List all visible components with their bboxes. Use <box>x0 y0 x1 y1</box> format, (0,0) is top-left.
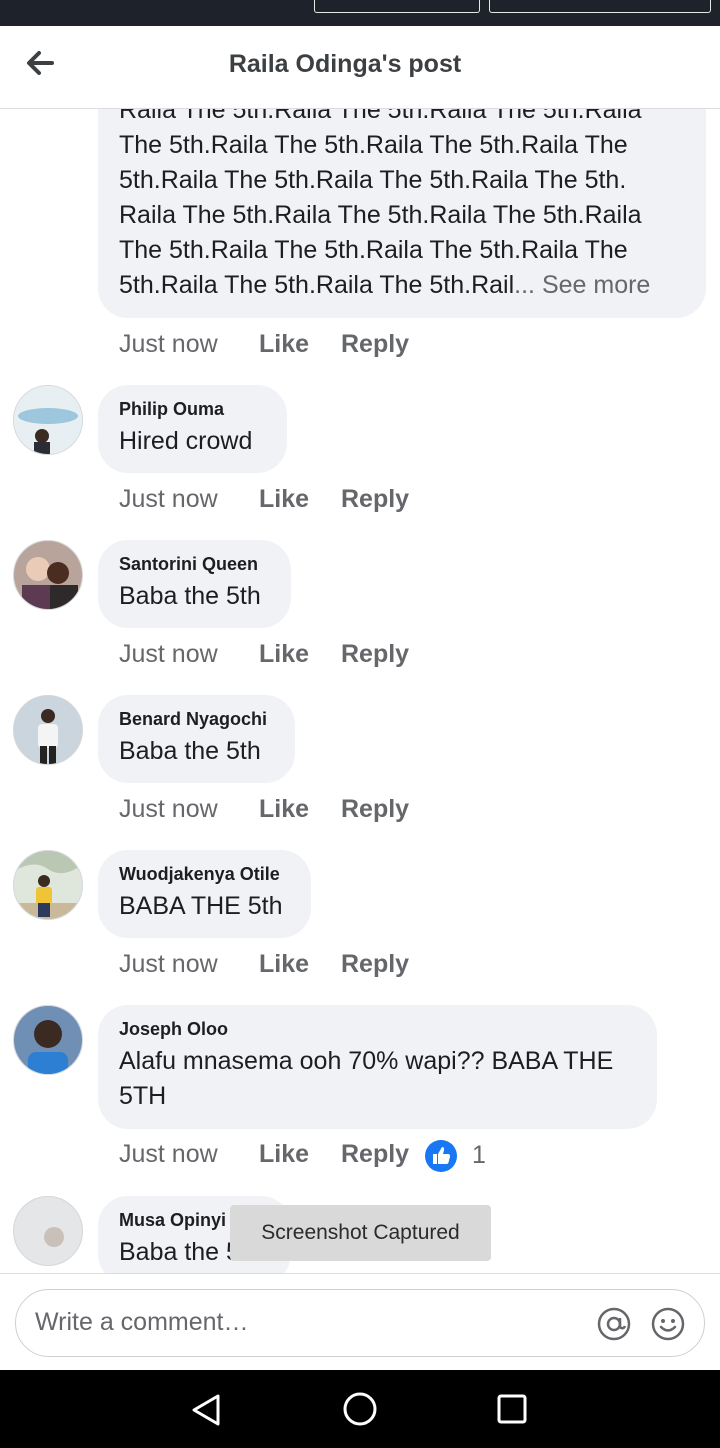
avatar[interactable] <box>13 695 83 765</box>
nav-back-button[interactable] <box>188 1392 224 1433</box>
reply-button[interactable]: Reply <box>341 795 409 824</box>
comment-text-line: The 5th.Raila The 5th.Raila The 5th.Rail… <box>119 236 628 264</box>
page-title: Raila Odinga's post <box>228 50 462 78</box>
comment-text-line: Raila The 5th.Raila The 5th.Raila The 5t… <box>119 109 642 124</box>
comment-text: Baba the 5th <box>119 737 261 765</box>
comment-time: Just now <box>119 795 218 823</box>
thumbs-up-icon <box>425 1140 457 1172</box>
square-recents-icon <box>497 1394 527 1424</box>
comment-input[interactable]: Write a comment… <box>15 1289 705 1357</box>
comment-text: BABA THE 5th <box>119 892 283 920</box>
comment-time: Just now <box>119 1140 218 1168</box>
reply-button[interactable]: Reply <box>341 485 409 514</box>
android-nav-bar <box>0 1370 720 1448</box>
comment-bubble: Wuodjakenya Otile BABA THE 5th <box>98 850 311 938</box>
comment-author[interactable]: Philip Ouma <box>119 399 224 420</box>
top-tab-left[interactable] <box>314 0 480 13</box>
comment-composer-area: Write a comment… <box>0 1273 720 1371</box>
comment-text: Baba the 5th <box>119 582 261 610</box>
comment-time: Just now <box>119 950 218 978</box>
avatar[interactable] <box>13 1196 83 1266</box>
screenshot-toast: Screenshot Captured <box>230 1205 491 1261</box>
comment-bubble: Benard Nyagochi Baba the 5th <box>98 695 295 783</box>
comment-bubble: Santorini Queen Baba the 5th <box>98 540 291 628</box>
comment-actions: Just now Like Reply 1 <box>119 1140 539 1172</box>
avatar[interactable] <box>13 850 83 920</box>
status-strip <box>0 0 720 26</box>
comment-text-line: The 5th.Raila The 5th.Raila The 5th.Rail… <box>119 131 628 159</box>
avatar[interactable] <box>13 385 83 455</box>
comment-text-line: 5th.Raila The 5th.Raila The 5th.Raila Th… <box>119 166 627 194</box>
reply-button[interactable]: Reply <box>341 950 409 979</box>
comment-feed[interactable]: Raila The 5th.Raila The 5th.Raila The 5t… <box>0 109 720 1273</box>
like-button[interactable]: Like <box>259 640 309 669</box>
comment-placeholder: Write a comment… <box>35 1308 249 1336</box>
like-button[interactable]: Like <box>259 330 309 359</box>
avatar[interactable] <box>13 540 83 610</box>
comment-text-line-last: 5th.Raila The 5th.Raila The 5th.Rail... … <box>119 271 650 300</box>
comment-text-line: Alafu mnasema ooh 70% wapi?? BABA THE <box>119 1047 614 1075</box>
post-header: Raila Odinga's post <box>0 26 720 109</box>
smiley-icon <box>651 1307 685 1341</box>
avatar-photo <box>14 541 82 609</box>
reply-button[interactable]: Reply <box>341 640 409 669</box>
comment-text-line: 5TH <box>119 1082 167 1110</box>
comment-bubble: Joseph Oloo Alafu mnasema ooh 70% wapi??… <box>98 1005 657 1129</box>
avatar-photo <box>14 696 82 764</box>
avatar-photo <box>14 851 82 919</box>
comment-text-line: Raila The 5th.Raila The 5th.Raila The 5t… <box>119 201 642 229</box>
reply-button[interactable]: Reply <box>341 1140 409 1169</box>
circle-home-icon <box>343 1392 377 1426</box>
avatar-photo <box>14 386 82 454</box>
comment-time: Just now <box>119 640 218 668</box>
avatar-photo <box>14 1006 82 1074</box>
see-more-link[interactable]: See more <box>542 271 650 299</box>
like-button[interactable]: Like <box>259 950 309 979</box>
comment-bubble-long: Raila The 5th.Raila The 5th.Raila The 5t… <box>98 109 706 318</box>
top-tab-right[interactable] <box>489 0 711 13</box>
comment-author[interactable]: Santorini Queen <box>119 554 258 575</box>
comment-text-tail: 5th.Raila The 5th.Raila The 5th.Rail <box>119 271 515 299</box>
mention-button[interactable] <box>596 1306 632 1347</box>
comment-author[interactable]: Joseph Oloo <box>119 1019 228 1040</box>
comment-author[interactable]: Wuodjakenya Otile <box>119 864 280 885</box>
avatar-photo <box>14 1197 82 1265</box>
like-button[interactable]: Like <box>259 795 309 824</box>
comment-text: Hired crowd <box>119 427 253 455</box>
ellipsis: ... <box>514 271 535 299</box>
emoji-button[interactable] <box>650 1306 686 1347</box>
comment-author[interactable]: Musa Opinyi <box>119 1210 226 1231</box>
triangle-back-icon <box>192 1394 220 1426</box>
comment-bubble: Philip Ouma Hired crowd <box>98 385 287 473</box>
comment-author[interactable]: Benard Nyagochi <box>119 709 267 730</box>
reaction-count: 1 <box>471 1140 486 1169</box>
nav-home-button[interactable] <box>342 1391 378 1432</box>
comment-time: Just now <box>119 485 218 513</box>
reply-button[interactable]: Reply <box>341 330 409 359</box>
like-button[interactable]: Like <box>259 485 309 514</box>
comment-time: Just now <box>119 330 218 358</box>
reaction-summary[interactable]: 1 <box>425 1140 486 1172</box>
avatar[interactable] <box>13 1005 83 1075</box>
at-sign-icon <box>597 1307 631 1341</box>
like-button[interactable]: Like <box>259 1140 309 1169</box>
nav-recents-button[interactable] <box>496 1393 528 1430</box>
